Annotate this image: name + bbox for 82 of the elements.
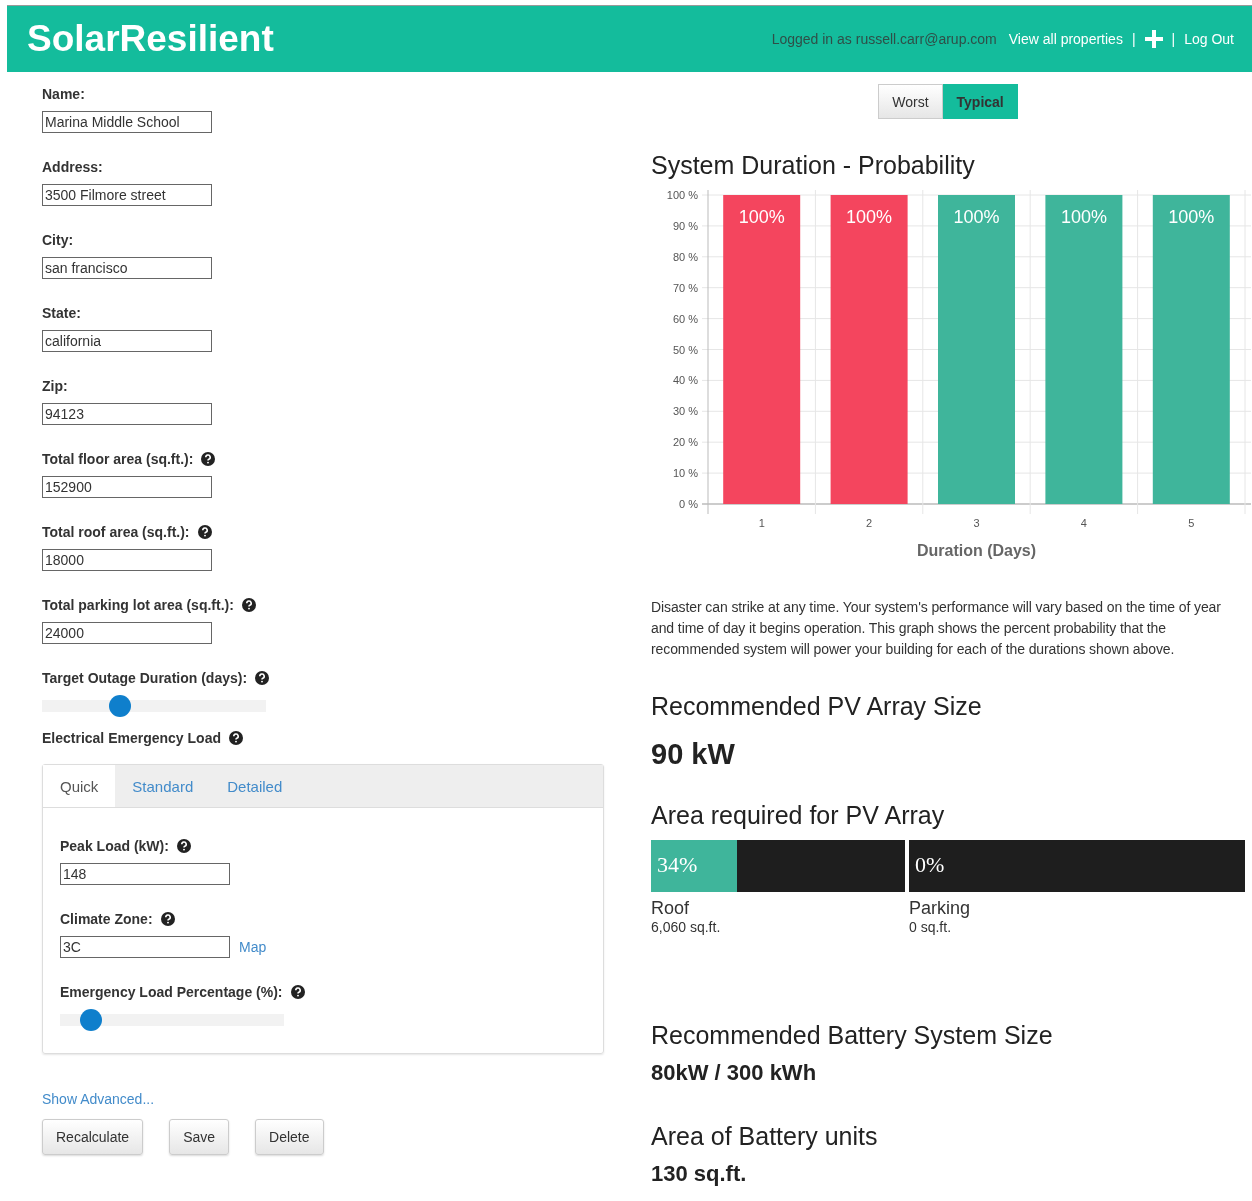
data-label: 100% <box>846 207 893 227</box>
text-field[interactable]: Marina Middle School <box>42 111 212 133</box>
text-field[interactable]: san francisco <box>42 257 212 279</box>
text-field[interactable]: 148 <box>60 863 230 885</box>
axis-tick-label: 10 % <box>672 467 698 480</box>
area-label: Roof <box>651 898 691 919</box>
help-icon[interactable] <box>201 452 216 466</box>
slider-thumb[interactable] <box>80 1009 103 1031</box>
text-field[interactable]: 94123 <box>42 403 212 425</box>
field-label: City: <box>42 232 74 248</box>
scenario-toggle[interactable]: Worst <box>878 84 943 119</box>
data-label: 100% <box>738 207 785 227</box>
scenario-toggle[interactable]: Typical <box>942 84 1018 119</box>
data-label: 100% <box>953 207 1000 227</box>
text-field[interactable]: 3500 Filmore street <box>42 184 212 206</box>
field-label: State: <box>42 305 81 321</box>
text-field[interactable]: 18000 <box>42 549 212 571</box>
action-button[interactable]: Recalculate <box>42 1119 144 1155</box>
field-label: Address: <box>42 159 103 175</box>
axis-tick-label: 40 % <box>672 374 698 387</box>
field-label: Emergency Load Percentage (%): <box>60 984 283 1000</box>
slider-thumb[interactable] <box>108 695 131 717</box>
axis-tick-label: 20 % <box>672 436 698 449</box>
field-label: Total parking lot area (sq.ft.): <box>42 597 234 613</box>
axis-tick-label: 100 % <box>666 189 698 201</box>
axis-tick-label: 3 <box>973 517 980 529</box>
axis-tick-label: 50 % <box>672 343 698 356</box>
section-title: Recommended PV Array Size <box>651 692 983 721</box>
separator: | <box>1131 31 1136 47</box>
axis-title: Duration (Days) <box>916 542 1037 559</box>
help-icon[interactable] <box>290 985 305 999</box>
axis-tick-label: 5 <box>1188 517 1195 529</box>
area-value: 0 sq.ft. <box>909 919 953 935</box>
axis-tick-label: 70 % <box>672 281 698 294</box>
help-icon[interactable] <box>241 598 256 612</box>
tab[interactable]: Quick <box>43 765 116 807</box>
text-field[interactable]: 152900 <box>42 476 212 498</box>
section-title: Recommended Battery System Size <box>651 1021 1054 1050</box>
percent-label: 0% <box>915 852 945 878</box>
field-label: Peak Load (kW): <box>60 838 169 854</box>
action-button[interactable]: Delete <box>255 1119 324 1155</box>
field-label: Total roof area (sq.ft.): <box>42 524 190 540</box>
logo: SolarResilient <box>27 18 274 60</box>
percent-label: 34% <box>657 852 698 878</box>
axis-tick-label: 2 <box>866 517 873 529</box>
chart-title: System Duration - Probability <box>651 151 976 180</box>
field-label: Climate Zone: <box>60 911 153 927</box>
data-label: 100% <box>1168 207 1215 227</box>
battery-size-value: 80kW / 300 kWh <box>651 1060 818 1086</box>
axis-tick-label: 1 <box>758 517 765 529</box>
field-label: Target Outage Duration (days): <box>42 670 248 686</box>
section-title: Area of Battery units <box>651 1122 879 1151</box>
axis-tick-label: 4 <box>1080 517 1087 529</box>
field-label: Electrical Emergency Load <box>42 730 221 746</box>
help-icon[interactable] <box>176 839 191 853</box>
data-label: 100% <box>1060 207 1107 227</box>
axis-tick-label: 90 % <box>672 219 698 232</box>
help-icon[interactable] <box>255 671 270 685</box>
text-field[interactable]: 3C <box>60 936 230 958</box>
axis-tick-label: 30 % <box>672 405 698 418</box>
section-title: Area required for PV Array <box>651 801 946 830</box>
help-icon[interactable] <box>160 912 175 926</box>
field-label: Zip: <box>42 378 68 394</box>
area-label: Parking <box>909 898 972 919</box>
login-status: Logged in as russell.carr@arup.com <box>771 31 997 47</box>
area-value: 6,060 sq.ft. <box>651 919 722 935</box>
pv-size-value: 90 kW <box>651 738 736 771</box>
help-icon[interactable] <box>228 731 243 745</box>
field-label: Total floor area (sq.ft.): <box>42 451 194 467</box>
text-field[interactable]: 24000 <box>42 622 212 644</box>
show-advanced-link[interactable]: Show Advanced... <box>42 1091 604 1107</box>
axis-tick-label: 80 % <box>672 250 698 263</box>
description: Disaster can strike at any time. Your system's performance will vary based on the time of year and time of day it begins operation. This graph shows the percent probability that the recommended system will power your building for each of the durations shown above. <box>651 598 1222 659</box>
text-field[interactable]: california <box>42 330 212 352</box>
map-link[interactable]: Map <box>239 939 267 955</box>
help-icon[interactable] <box>197 525 212 539</box>
battery-area-value: 130 sq.ft. <box>651 1161 748 1187</box>
axis-tick-label: 0 % <box>679 498 698 510</box>
axis-tick-label: 60 % <box>672 312 698 325</box>
action-button[interactable]: Save <box>169 1119 230 1155</box>
separator: | <box>1171 31 1176 47</box>
field-label: Name: <box>42 86 85 102</box>
